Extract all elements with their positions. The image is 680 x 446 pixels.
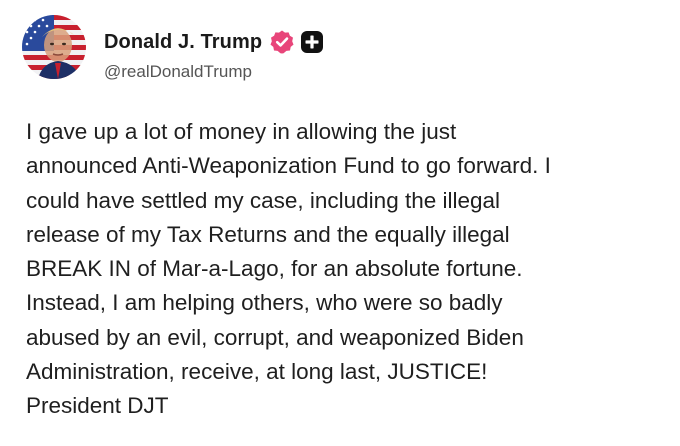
post-text-line: Administration, receive, at long last, J… <box>26 359 488 385</box>
post-text-line: BREAK IN of Mar-a-Lago, for an absolute … <box>26 256 523 282</box>
author-handle[interactable]: @realDonaldTrump <box>104 62 252 82</box>
post-text-line: abused by an evil, corrupt, and weaponiz… <box>26 324 524 350</box>
post-text-line: President DJT <box>26 393 169 419</box>
author-row: Donald J. Trump <box>104 26 324 58</box>
post-text-line: could have settled my case, including th… <box>26 187 501 213</box>
verified-badge-icon <box>270 30 294 54</box>
post-text-line: release of my Tax Returns and the equall… <box>26 221 510 247</box>
display-name[interactable]: Donald J. Trump <box>104 31 262 54</box>
post-text: I gave up a lot of money in allowing the… <box>26 115 666 424</box>
avatar[interactable] <box>22 15 86 79</box>
plus-box-icon[interactable] <box>300 30 324 54</box>
post-text-line: I gave up a lot of money in allowing the… <box>26 119 457 144</box>
post-text-line: Instead, I am helping others, who were s… <box>26 290 503 316</box>
post-card: Donald J. Trump @realDonaldTrump I gave … <box>0 0 680 446</box>
post-text-line: announced Anti-Weaponization Fund to go … <box>26 153 551 179</box>
flag-portrait-avatar <box>22 15 86 79</box>
